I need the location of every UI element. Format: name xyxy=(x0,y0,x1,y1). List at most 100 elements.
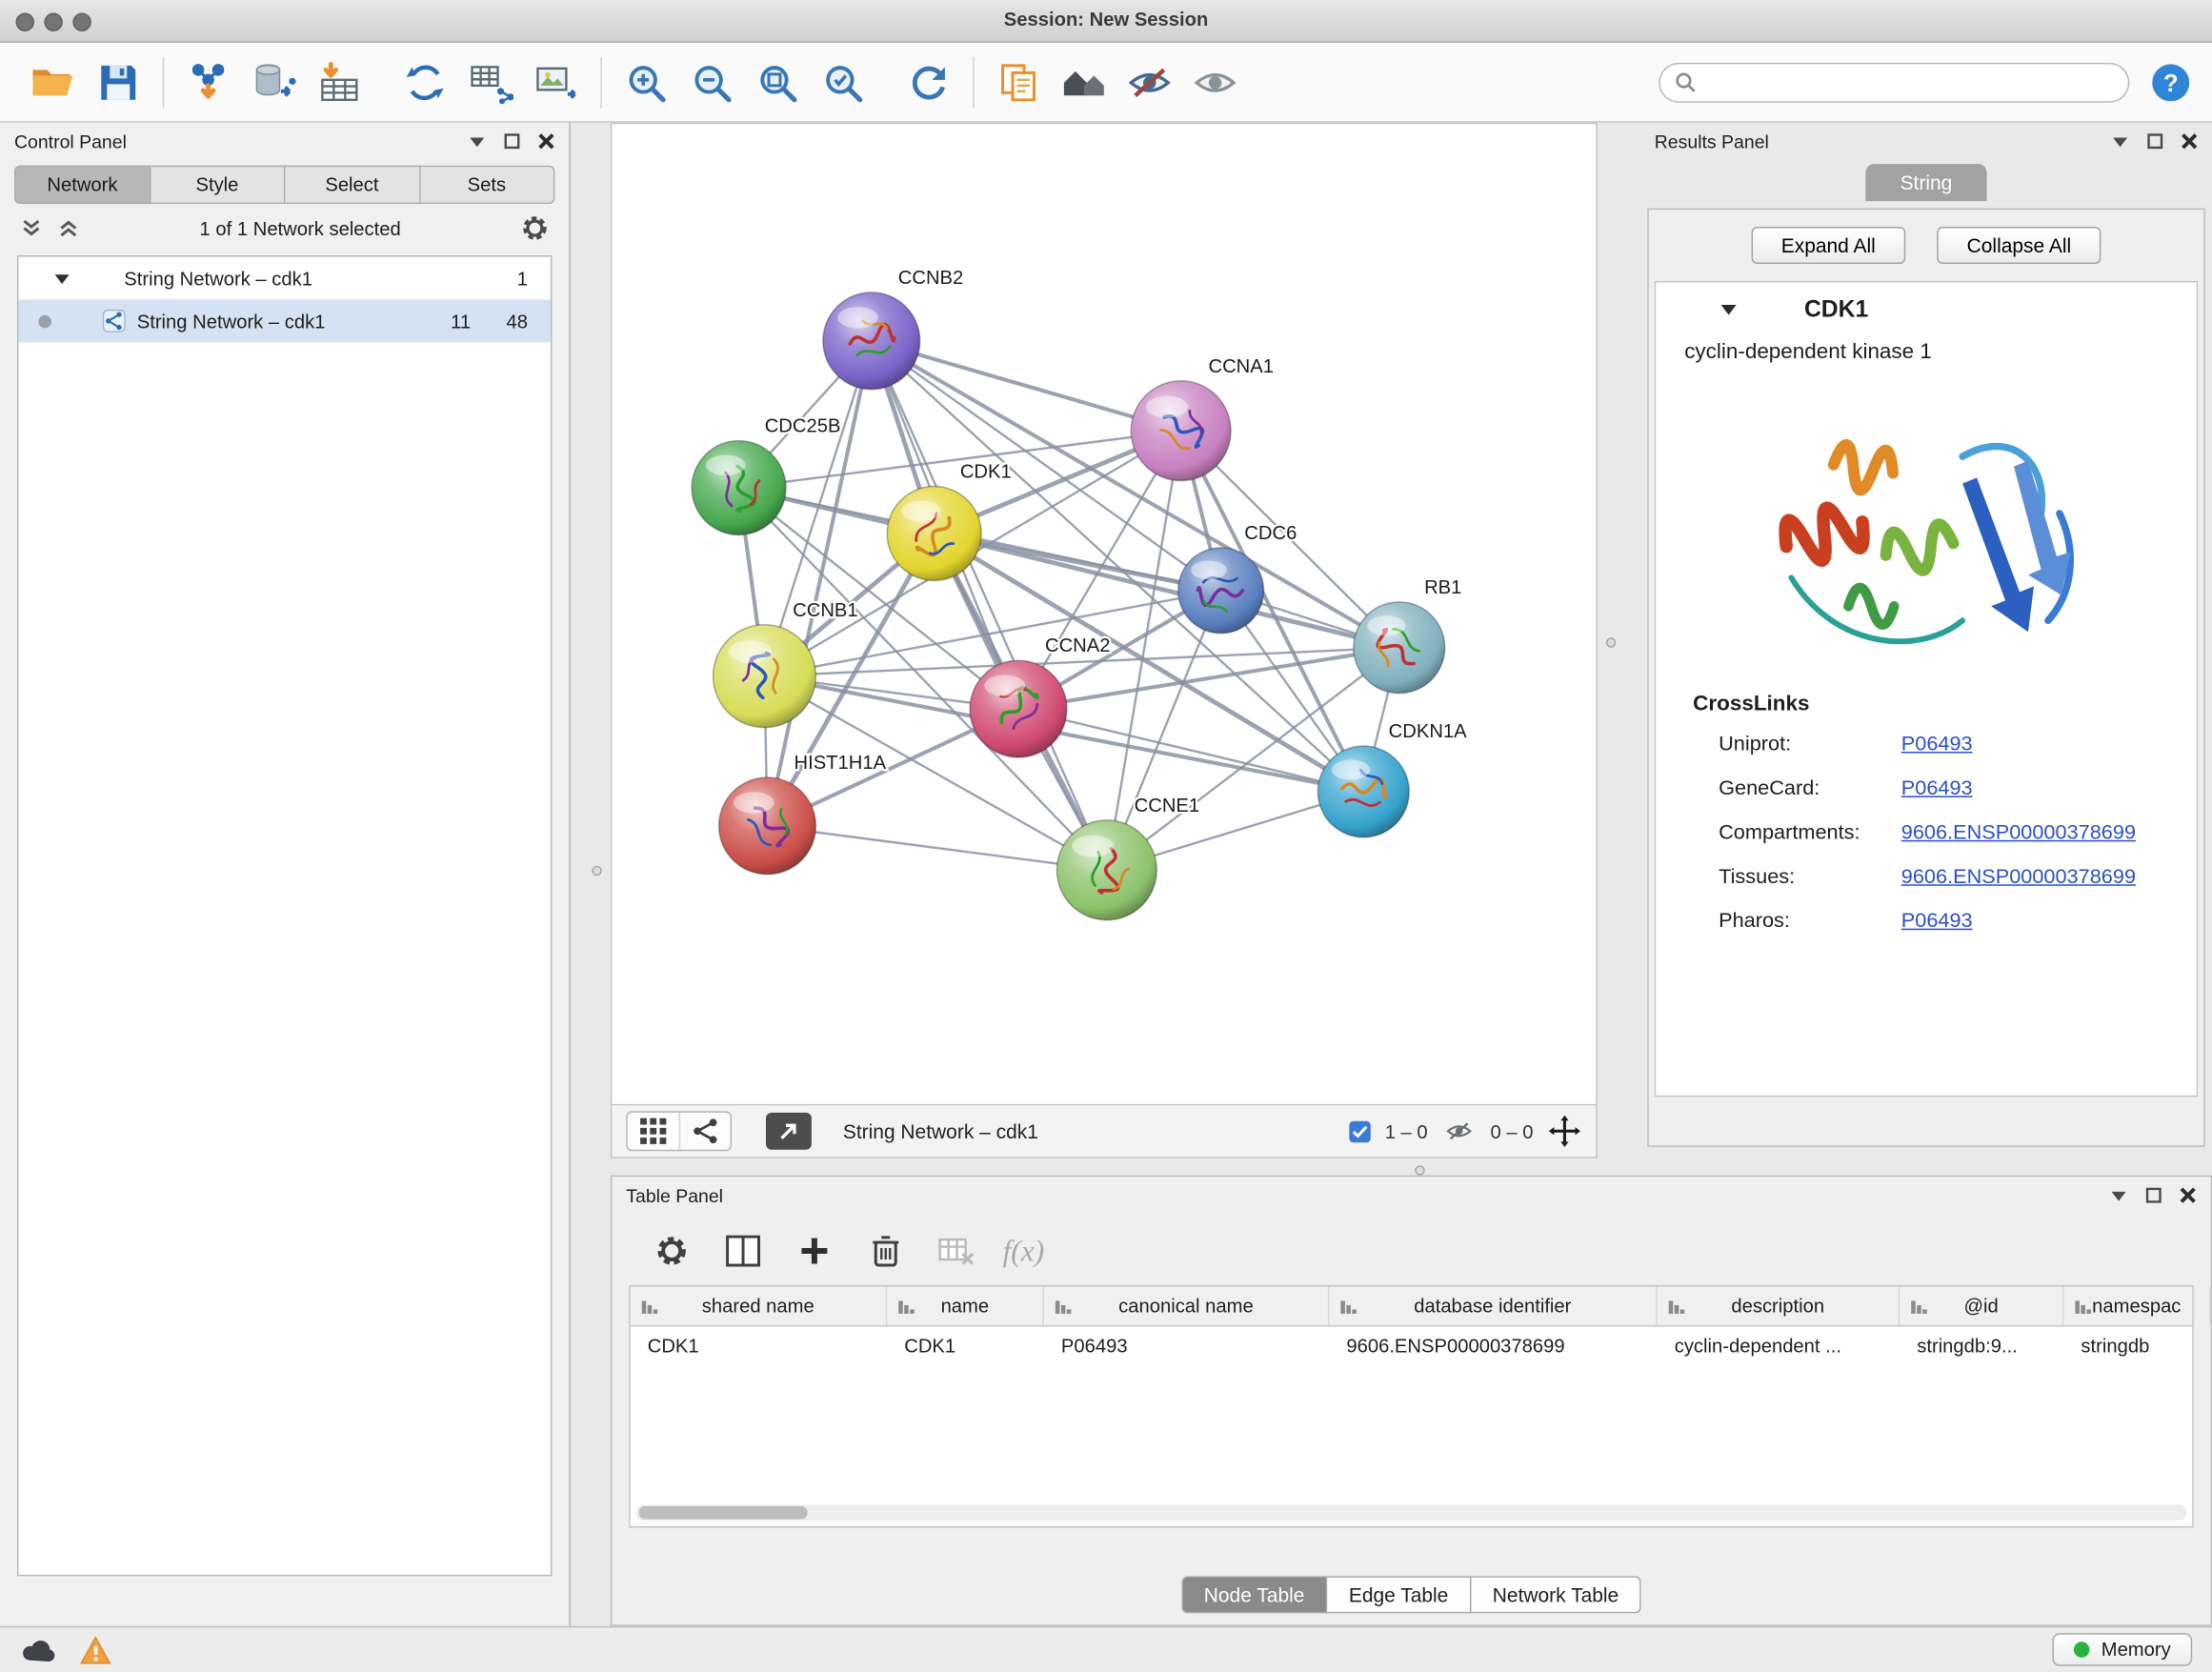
edge-HIST1H1A-CCNE1[interactable] xyxy=(767,826,1106,870)
memory-button[interactable]: Memory xyxy=(2053,1633,2192,1665)
add-column-button[interactable] xyxy=(789,1225,840,1277)
crosslink-link[interactable]: 9606.ENSP00000378699 xyxy=(1901,865,2136,888)
tab-string[interactable]: String xyxy=(1866,164,1987,201)
network-node-CDC6[interactable] xyxy=(1178,548,1264,634)
network-from-table-button[interactable] xyxy=(458,50,524,115)
edge-CCNB2-CCNE1[interactable] xyxy=(872,341,1107,870)
table-row[interactable]: CDK1CDK1P064939606.ENSP00000378699cyclin… xyxy=(631,1326,2192,1364)
column-sort-icon[interactable] xyxy=(1910,1298,1928,1315)
pan-crosshair-icon[interactable] xyxy=(1547,1114,1581,1148)
column-header-shared-name[interactable]: shared name xyxy=(631,1286,887,1324)
home-button[interactable] xyxy=(1051,50,1116,115)
hide-selected-button[interactable] xyxy=(1116,50,1182,115)
warning-icon[interactable] xyxy=(80,1636,111,1664)
gene-collapse-icon[interactable] xyxy=(1719,301,1739,318)
search-input[interactable] xyxy=(1706,71,2114,92)
column-sort-icon[interactable] xyxy=(1054,1298,1072,1315)
cloud-icon[interactable] xyxy=(20,1637,57,1662)
crosslink-link[interactable]: P06493 xyxy=(1901,909,1973,932)
zoom-out-button[interactable] xyxy=(679,50,745,115)
column-sort-icon[interactable] xyxy=(897,1298,915,1315)
network-node-CCNB1[interactable] xyxy=(714,625,816,728)
tab-style[interactable]: Style xyxy=(151,166,285,204)
panel-float-icon[interactable] xyxy=(504,132,521,150)
network-node-HIST1H1A[interactable] xyxy=(719,777,816,875)
help-button[interactable]: ? xyxy=(2146,58,2195,107)
network-node-CDKN1A[interactable] xyxy=(1317,746,1409,837)
collapse-all-button[interactable]: Collapse All xyxy=(1937,227,2101,264)
import-table-button[interactable] xyxy=(307,50,372,115)
crosslink-link[interactable]: P06493 xyxy=(1901,733,1973,755)
table-settings-button[interactable] xyxy=(646,1225,697,1277)
clone-network-button[interactable] xyxy=(986,50,1052,115)
left-splitter-handle[interactable] xyxy=(592,866,601,876)
column-header-namespac[interactable]: namespac xyxy=(2063,1286,2210,1324)
panel-collapse-icon[interactable] xyxy=(2111,133,2129,149)
panel-collapse-icon[interactable] xyxy=(468,133,486,149)
panel-close-icon[interactable] xyxy=(537,132,554,150)
tab-select[interactable]: Select xyxy=(285,166,419,204)
delete-column-button[interactable] xyxy=(860,1225,912,1277)
edge-CCNA2-CDKN1A[interactable] xyxy=(1018,709,1363,792)
refresh-view-button[interactable] xyxy=(895,50,961,115)
network-collection-row[interactable]: String Network – cdk1 1 xyxy=(18,256,550,299)
column-header-database-identifier[interactable]: database identifier xyxy=(1329,1286,1657,1324)
column-header-name[interactable]: name xyxy=(887,1286,1044,1324)
table-cell[interactable]: CDK1 xyxy=(631,1326,887,1364)
crosslink-link[interactable]: P06493 xyxy=(1901,776,1973,799)
panel-float-icon[interactable] xyxy=(2146,132,2163,150)
network-node-CCNA1[interactable] xyxy=(1131,381,1231,481)
column-sort-icon[interactable] xyxy=(1667,1298,1685,1315)
network-node-CDC25B[interactable] xyxy=(692,441,786,535)
tab-node-table[interactable]: Node Table xyxy=(1181,1576,1328,1613)
column-sort-icon[interactable] xyxy=(1339,1298,1357,1315)
column-header-canonical-name[interactable]: canonical name xyxy=(1044,1286,1329,1324)
right-splitter-handle[interactable] xyxy=(1606,637,1616,647)
expand-all-networks-icon[interactable] xyxy=(57,217,80,240)
column-sort-icon[interactable] xyxy=(640,1298,658,1315)
column-header--id[interactable]: @id xyxy=(1900,1286,2063,1324)
open-session-button[interactable] xyxy=(20,50,86,115)
panel-close-icon[interactable] xyxy=(2180,1187,2197,1204)
show-columns-button[interactable] xyxy=(717,1225,769,1277)
network-node-CCNB2[interactable] xyxy=(823,292,920,390)
export-network-button[interactable] xyxy=(766,1113,812,1150)
import-network-file-button[interactable] xyxy=(175,50,241,115)
network-graph[interactable]: CCNB2CCNA1CDC25BCDK1CDC6RB1CCNB1CCNA2CDK… xyxy=(612,124,1599,1107)
network-canvas[interactable]: CCNB2CCNA1CDC25BCDK1CDC6RB1CCNB1CCNA2CDK… xyxy=(611,123,1598,1106)
network-options-gear-icon[interactable] xyxy=(520,214,549,243)
network-node-CDK1[interactable] xyxy=(887,487,981,581)
grid-view-button[interactable] xyxy=(628,1113,679,1150)
column-header-description[interactable]: description xyxy=(1658,1286,1900,1324)
save-session-button[interactable] xyxy=(86,50,151,115)
table-horizontal-scrollbar[interactable] xyxy=(636,1505,2186,1521)
tab-network[interactable]: Network xyxy=(14,166,151,204)
scrollbar-thumb[interactable] xyxy=(639,1506,808,1519)
panel-collapse-icon[interactable] xyxy=(2109,1187,2127,1202)
crosslink-link[interactable]: 9606.ENSP00000378699 xyxy=(1901,821,2136,844)
tab-network-table[interactable]: Network Table xyxy=(1471,1576,1641,1613)
show-all-button[interactable] xyxy=(1182,50,1248,115)
column-sort-icon[interactable] xyxy=(2074,1298,2092,1315)
tab-sets[interactable]: Sets xyxy=(420,166,554,204)
panel-float-icon[interactable] xyxy=(2145,1187,2162,1204)
table-cell[interactable]: stringdb:9... xyxy=(1900,1326,2063,1364)
network-node-CCNE1[interactable] xyxy=(1056,820,1156,920)
network-view-button[interactable] xyxy=(679,1113,731,1150)
table-cell[interactable]: P06493 xyxy=(1044,1326,1329,1364)
network-from-image-button[interactable] xyxy=(523,50,589,115)
table-cell[interactable]: CDK1 xyxy=(887,1326,1044,1364)
zoom-in-button[interactable] xyxy=(613,50,679,115)
panel-close-icon[interactable] xyxy=(2181,132,2198,150)
zoom-fit-button[interactable] xyxy=(745,50,811,115)
table-cell[interactable]: cyclin-dependent ... xyxy=(1658,1326,1900,1364)
expand-all-button[interactable]: Expand All xyxy=(1751,227,1905,264)
import-network-database-button[interactable] xyxy=(241,50,307,115)
tab-edge-table[interactable]: Edge Table xyxy=(1327,1576,1471,1613)
zoom-selected-button[interactable] xyxy=(810,50,875,115)
table-cell[interactable]: stringdb xyxy=(2063,1326,2210,1364)
table-cell[interactable]: 9606.ENSP00000378699 xyxy=(1329,1326,1657,1364)
network-node-RB1[interactable] xyxy=(1354,602,1445,694)
selected-items-checkbox[interactable] xyxy=(1349,1120,1370,1141)
new-network-button[interactable] xyxy=(392,50,458,115)
